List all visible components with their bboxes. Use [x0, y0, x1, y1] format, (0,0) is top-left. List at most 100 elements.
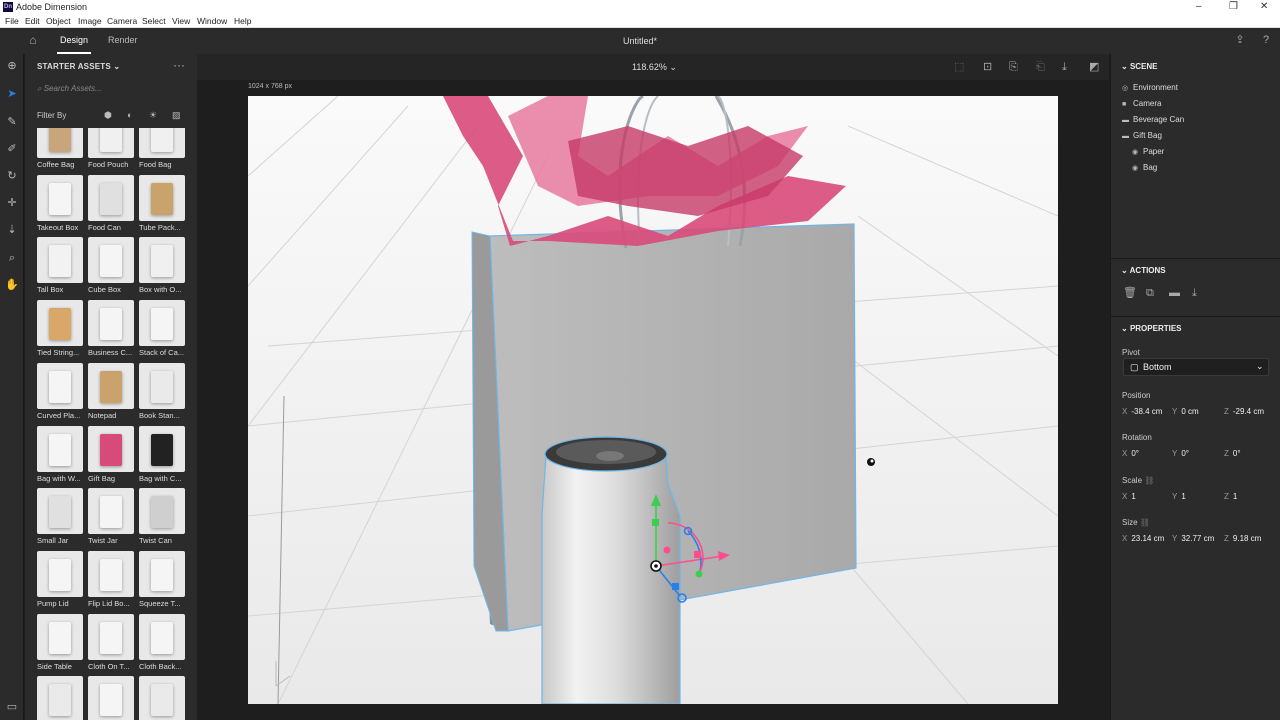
scene-header[interactable]: ⌄ SCENE — [1121, 62, 1158, 71]
asset-item[interactable]: Food Can — [88, 174, 134, 237]
zoom-level[interactable]: 118.62% ⌄ — [632, 62, 677, 73]
menu-file[interactable]: File — [5, 16, 19, 26]
dolly-icon[interactable]: ⇣ — [5, 223, 19, 237]
asset-item[interactable]: Curved Pla... — [37, 362, 83, 425]
properties-header[interactable]: ⌄ PROPERTIES — [1121, 324, 1182, 333]
menu-camera[interactable]: Camera — [107, 16, 137, 26]
filter-models-icon[interactable]: ⬢ — [104, 110, 112, 121]
asset-item[interactable]: Tall Box — [37, 237, 83, 299]
size-y-field[interactable]: Y 32.77 cm — [1172, 534, 1214, 543]
menu-select[interactable]: Select — [142, 16, 166, 26]
position-z-field[interactable]: Z -29.4 cm — [1224, 407, 1264, 416]
scale-y-field[interactable]: Y1 — [1172, 492, 1186, 501]
maximize-icon[interactable]: ❐ — [1229, 1, 1238, 12]
sample-tool-icon[interactable]: ✐ — [5, 142, 19, 156]
minimize-icon[interactable]: – — [1196, 1, 1202, 12]
asset-item[interactable]: Book Stan... — [139, 362, 185, 425]
hand-icon[interactable]: ✋ — [5, 278, 19, 292]
asset-item[interactable] — [37, 676, 83, 720]
scale-z-field[interactable]: Z1 — [1224, 492, 1237, 501]
asset-item[interactable]: Food Bag — [139, 128, 185, 174]
help-icon[interactable]: ? — [1259, 34, 1273, 46]
asset-item[interactable]: Cloth Back... — [139, 613, 185, 676]
zoom-icon[interactable]: ⌕ — [5, 251, 19, 265]
asset-item[interactable] — [139, 676, 185, 720]
menu-view[interactable]: View — [172, 16, 190, 26]
menu-edit[interactable]: Edit — [25, 16, 40, 26]
tab-render[interactable]: Render — [108, 35, 138, 45]
scene-item-gift-bag[interactable]: ▬ Gift Bag — [1122, 131, 1162, 140]
scene-item-paper[interactable]: ◉ Paper — [1132, 147, 1164, 156]
fit-icon[interactable]: ⊡ — [983, 61, 992, 73]
render-preview-icon[interactable]: ◩ — [1089, 61, 1099, 73]
asset-item[interactable]: Pump Lid — [37, 550, 83, 613]
asset-item[interactable]: Side Table — [37, 613, 83, 676]
link-icon[interactable]: ⛓ — [1144, 476, 1154, 485]
more-options-icon[interactable]: ··· — [173, 58, 185, 72]
scene-item-beverage-can[interactable]: ▬ Beverage Can — [1122, 115, 1184, 124]
home-icon[interactable]: ⌂ — [26, 34, 40, 46]
menu-help[interactable]: Help — [234, 16, 251, 26]
tab-design[interactable]: Design — [60, 35, 88, 45]
share-icon[interactable]: ⇪ — [1233, 34, 1247, 46]
filter-images-icon[interactable]: ▨ — [172, 110, 181, 121]
magic-wand-icon[interactable]: ✎ — [5, 115, 19, 129]
filter-materials-icon[interactable]: ◐ — [127, 110, 132, 120]
menu-image[interactable]: Image — [78, 16, 102, 26]
asset-item[interactable] — [88, 676, 134, 720]
scene-item-bag[interactable]: ◉ Bag — [1132, 163, 1157, 172]
camera-bookmark-icon[interactable]: ⎘ — [1009, 61, 1018, 73]
actions-header[interactable]: ⌄ ACTIONS — [1121, 266, 1166, 275]
menu-object[interactable]: Object — [46, 16, 71, 26]
assets-header[interactable]: STARTER ASSETS ⌄ — [37, 62, 120, 71]
filter-lights-icon[interactable]: ☀ — [149, 110, 157, 121]
asset-item[interactable]: Box with O... — [139, 237, 185, 299]
panel-toggle-icon[interactable]: ▭ — [5, 700, 19, 714]
link-icon[interactable]: ⛓ — [1140, 518, 1150, 527]
asset-item[interactable]: Squeeze T... — [139, 550, 185, 613]
scene-item-environment[interactable]: ◎ Environment — [1122, 83, 1178, 92]
position-y-field[interactable]: Y0 cm — [1172, 407, 1199, 416]
menu-window[interactable]: Window — [197, 16, 227, 26]
rotation-x-field[interactable]: X 0° — [1122, 449, 1139, 458]
asset-item[interactable]: Cube Box — [88, 237, 134, 299]
asset-item[interactable]: Notepad — [88, 362, 134, 425]
asset-item[interactable]: Food Pouch — [88, 128, 134, 174]
group-icon[interactable]: ▬ — [1169, 287, 1180, 299]
duplicate-icon[interactable]: ⧉ — [1146, 287, 1154, 299]
pivot-select[interactable]: ▢ Bottom ⌄ — [1123, 358, 1269, 376]
drop-to-ground-icon[interactable]: ⤓ — [1062, 61, 1067, 73]
rotation-y-field[interactable]: Y 0° — [1172, 449, 1189, 458]
delete-icon[interactable]: 🗑 — [1123, 287, 1137, 299]
asset-item[interactable]: Twist Can — [139, 488, 185, 550]
asset-item[interactable]: Bag with W... — [37, 425, 83, 488]
canvas[interactable] — [248, 96, 1058, 704]
select-tool-icon[interactable]: ➤ — [5, 87, 19, 101]
asset-item[interactable]: Stack of Ca... — [139, 300, 185, 362]
add-icon[interactable]: ⊕ — [5, 59, 19, 73]
asset-item[interactable]: Small Jar — [37, 488, 83, 550]
asset-item[interactable]: Coffee Bag — [37, 128, 83, 174]
asset-item[interactable]: Cloth On T... — [88, 613, 134, 676]
asset-item[interactable]: Tied String... — [37, 300, 83, 362]
asset-item[interactable]: Takeout Box — [37, 174, 83, 237]
frame-icon[interactable]: ⬚ — [954, 61, 964, 73]
search-input[interactable]: ⌕ Search Assets... — [37, 84, 177, 98]
export-icon[interactable]: ⤓ — [1192, 287, 1197, 299]
asset-item[interactable]: Twist Jar — [88, 488, 134, 550]
asset-item[interactable]: Gift Bag — [88, 425, 134, 488]
pan-icon[interactable]: ✛ — [5, 196, 19, 210]
rotation-z-field[interactable]: Z 0° — [1224, 449, 1241, 458]
scale-x-field[interactable]: X1 — [1122, 492, 1136, 501]
asset-item[interactable]: Flip Lid Bo... — [88, 550, 134, 613]
snap-icon[interactable]: ⎗ — [1036, 61, 1045, 73]
asset-item[interactable]: Business C... — [88, 300, 134, 362]
scene-item-camera[interactable]: ■ Camera — [1122, 99, 1161, 108]
asset-item[interactable]: Bag with C... — [139, 425, 185, 488]
asset-item[interactable]: Tube Pack... — [139, 174, 185, 237]
size-z-field[interactable]: Z 9.18 cm — [1224, 534, 1261, 543]
orbit-icon[interactable]: ↻ — [5, 169, 19, 183]
size-x-field[interactable]: X 23.14 cm — [1122, 534, 1164, 543]
close-icon[interactable]: ✕ — [1260, 1, 1268, 12]
position-x-field[interactable]: X -38.4 cm — [1122, 407, 1162, 416]
